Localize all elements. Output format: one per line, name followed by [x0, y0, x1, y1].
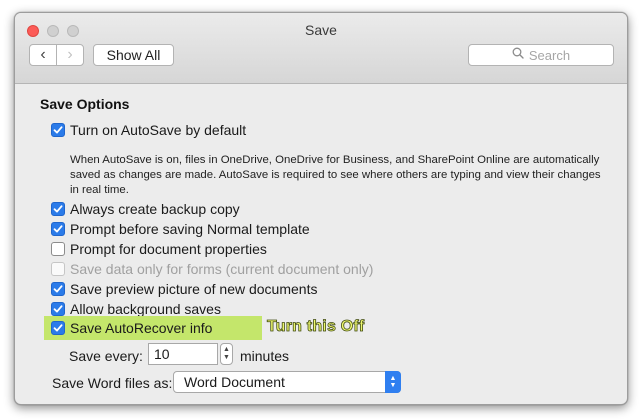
title-bar: Save ‹ › Show All Search — [15, 13, 627, 84]
save-every-minutes-input[interactable]: 10 — [148, 343, 218, 365]
background-saves-checkbox[interactable] — [51, 302, 65, 316]
checkmark-icon — [53, 126, 63, 134]
navigation-buttons: ‹ › — [29, 44, 84, 66]
save-preview-picture-checkbox[interactable] — [51, 282, 65, 296]
background-saves-label: Allow background saves — [70, 301, 221, 317]
autosave-description: When AutoSave is on, files in OneDrive, … — [70, 154, 601, 196]
stepper-up-icon[interactable]: ▲ — [223, 346, 230, 354]
stepper-down-icon[interactable]: ▼ — [223, 354, 230, 362]
prompt-document-properties-label: Prompt for document properties — [70, 241, 267, 257]
checkmark-icon — [53, 305, 63, 313]
backup-copy-label: Always create backup copy — [70, 201, 240, 217]
chevron-left-icon: ‹ — [40, 46, 46, 63]
prompt-document-properties-checkbox[interactable] — [51, 242, 65, 256]
option-save-preview-picture[interactable]: Save preview picture of new documents — [51, 280, 317, 298]
save-word-files-format-select[interactable]: Word Document ▲ ▼ — [173, 371, 401, 393]
save-autorecover-label: Save AutoRecover info — [70, 320, 213, 336]
section-heading: Save Options — [40, 96, 130, 112]
show-all-button[interactable]: Show All — [93, 44, 174, 66]
chevron-up-down-icon[interactable]: ▲ ▼ — [385, 371, 401, 393]
option-save-autorecover[interactable]: Save AutoRecover info — [51, 319, 212, 337]
save-every-label: Save every: — [69, 348, 143, 364]
window-title: Save — [305, 22, 337, 38]
option-backup-copy[interactable]: Always create backup copy — [51, 200, 240, 218]
checkmark-icon — [53, 285, 63, 293]
autosave-checkbox[interactable] — [51, 123, 65, 137]
selected-format: Word Document — [184, 374, 285, 390]
chevron-right-icon: › — [67, 46, 73, 63]
save-forms-data-label: Save data only for forms (current docume… — [70, 261, 374, 277]
minutes-label: minutes — [240, 348, 290, 364]
save-autorecover-checkbox[interactable] — [51, 321, 65, 335]
checkmark-icon — [53, 225, 63, 233]
search-field[interactable]: Search — [468, 44, 614, 66]
search-placeholder: Search — [528, 47, 571, 63]
option-prompt-normal-template[interactable]: Prompt before saving Normal template — [51, 220, 310, 238]
back-button[interactable]: ‹ — [30, 45, 56, 65]
search-icon — [512, 46, 524, 64]
save-every-stepper[interactable]: ▲ ▼ — [220, 343, 233, 365]
prompt-normal-template-checkbox[interactable] — [51, 222, 65, 236]
forward-button[interactable]: › — [56, 45, 83, 65]
option-save-forms-data: Save data only for forms (current docume… — [51, 260, 373, 278]
annotation-turn-off: Turn this Off — [267, 318, 365, 336]
option-prompt-document-properties[interactable]: Prompt for document properties — [51, 240, 267, 258]
autosave-label: Turn on AutoSave by default — [70, 122, 247, 138]
save-options-panel: Save Options Turn on AutoSave by default… — [15, 84, 627, 404]
checkmark-icon — [53, 324, 63, 332]
option-autosave[interactable]: Turn on AutoSave by default — [51, 121, 246, 139]
backup-copy-checkbox[interactable] — [51, 202, 65, 216]
save-preview-picture-label: Save preview picture of new documents — [70, 281, 318, 297]
save-word-files-as-label: Save Word files as: — [52, 375, 173, 391]
checkmark-icon — [53, 205, 63, 213]
prompt-normal-template-label: Prompt before saving Normal template — [70, 221, 310, 237]
save-forms-data-checkbox — [51, 262, 65, 276]
preferences-window: Save ‹ › Show All Search Save Options Tu… — [14, 12, 628, 405]
